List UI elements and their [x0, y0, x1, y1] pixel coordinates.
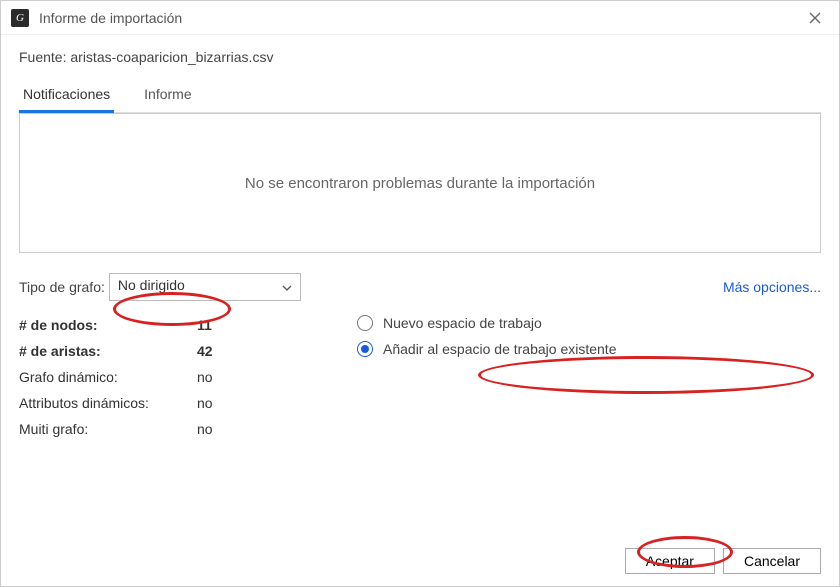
cancel-button[interactable]: Cancelar [723, 548, 821, 574]
radio-icon [357, 315, 373, 331]
dialog-content: Fuente: aristas-coaparicion_bizarrias.cs… [1, 35, 839, 586]
source-row: Fuente: aristas-coaparicion_bizarrias.cs… [19, 49, 821, 65]
radio-new-label: Nuevo espacio de trabajo [383, 315, 542, 331]
source-value: aristas-coaparicion_bizarrias.csv [70, 49, 273, 65]
panel-message: No se encontraron problemas durante la i… [245, 175, 595, 192]
dyn-graph-label: Grafo dinámico: [19, 369, 197, 385]
notifications-panel: No se encontraron problemas durante la i… [19, 113, 821, 253]
tab-report[interactable]: Informe [140, 80, 195, 113]
graph-type-selected: No dirigido [109, 273, 301, 301]
multi-graph-value: no [197, 421, 277, 437]
workspace-options: Nuevo espacio de trabajo Añadir al espac… [357, 315, 616, 437]
dyn-attrs-value: no [197, 395, 277, 411]
graph-type-row: Tipo de grafo: No dirigido Más opciones.… [19, 273, 821, 301]
tab-notifications[interactable]: Notificaciones [19, 80, 114, 113]
app-icon: G [11, 9, 29, 27]
titlebar: G Informe de importación [1, 1, 839, 35]
nodes-value: 11 [197, 317, 277, 333]
dyn-attrs-label: Attributos dinámicos: [19, 395, 197, 411]
dyn-graph-value: no [197, 369, 277, 385]
graph-type-label: Tipo de grafo: [19, 279, 105, 295]
window-title: Informe de importación [39, 10, 801, 26]
graph-type-select[interactable]: No dirigido [109, 273, 301, 301]
details-block: # de nodos: 11 # de aristas: 42 Grafo di… [19, 317, 821, 437]
dialog-window: G Informe de importación Fuente: aristas… [0, 0, 840, 587]
radio-icon-checked [357, 341, 373, 357]
nodes-label: # de nodos: [19, 317, 197, 333]
radio-add-workspace[interactable]: Añadir al espacio de trabajo existente [357, 341, 616, 357]
multi-graph-label: Muiti grafo: [19, 421, 197, 437]
stats-grid: # de nodos: 11 # de aristas: 42 Grafo di… [19, 317, 277, 437]
edges-label: # de aristas: [19, 343, 197, 359]
edges-value: 42 [197, 343, 277, 359]
source-label: Fuente: [19, 49, 70, 65]
more-options-link[interactable]: Más opciones... [723, 279, 821, 295]
tabs: Notificaciones Informe [19, 79, 821, 113]
ok-button[interactable]: Aceptar [625, 548, 715, 574]
close-icon[interactable] [801, 4, 829, 32]
radio-new-workspace[interactable]: Nuevo espacio de trabajo [357, 315, 616, 331]
footer-buttons: Aceptar Cancelar [19, 528, 821, 574]
radio-add-label: Añadir al espacio de trabajo existente [383, 341, 616, 357]
